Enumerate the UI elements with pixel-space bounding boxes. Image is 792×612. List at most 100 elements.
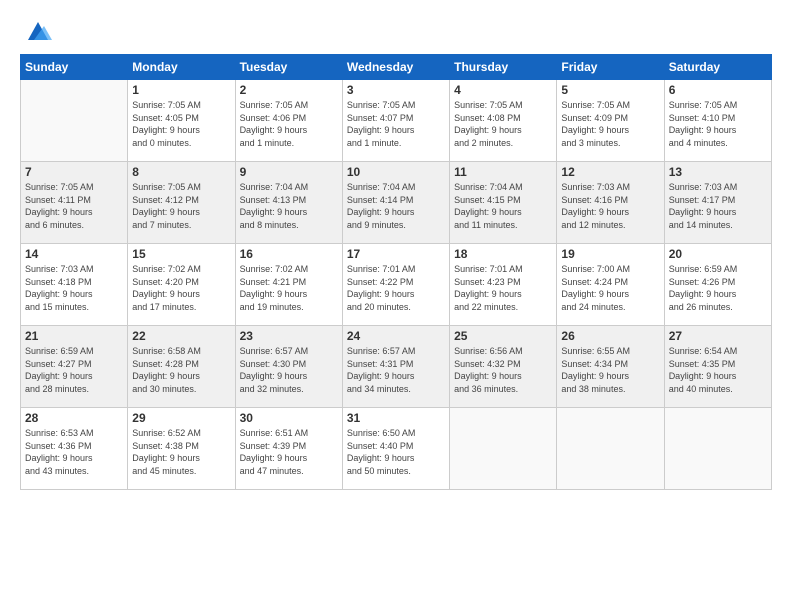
day-info: Sunrise: 6:58 AMSunset: 4:28 PMDaylight:… bbox=[132, 345, 230, 395]
calendar-cell: 10 Sunrise: 7:04 AMSunset: 4:14 PMDayligh… bbox=[342, 162, 449, 244]
day-info: Sunrise: 7:03 AMSunset: 4:17 PMDaylight:… bbox=[669, 181, 767, 231]
day-info: Sunrise: 7:05 AMSunset: 4:08 PMDaylight:… bbox=[454, 99, 552, 149]
day-info: Sunrise: 7:05 AMSunset: 4:06 PMDaylight:… bbox=[240, 99, 338, 149]
calendar-cell: 22 Sunrise: 6:58 AMSunset: 4:28 PMDayligh… bbox=[128, 326, 235, 408]
day-info: Sunrise: 7:05 AMSunset: 4:10 PMDaylight:… bbox=[669, 99, 767, 149]
calendar-header-row: SundayMondayTuesdayWednesdayThursdayFrid… bbox=[21, 55, 772, 80]
calendar-week-row: 21 Sunrise: 6:59 AMSunset: 4:27 PMDayligh… bbox=[21, 326, 772, 408]
weekday-header: Sunday bbox=[21, 55, 128, 80]
day-number: 21 bbox=[25, 329, 123, 343]
day-info: Sunrise: 7:04 AMSunset: 4:13 PMDaylight:… bbox=[240, 181, 338, 231]
weekday-header: Tuesday bbox=[235, 55, 342, 80]
day-info: Sunrise: 7:04 AMSunset: 4:14 PMDaylight:… bbox=[347, 181, 445, 231]
calendar-cell: 5 Sunrise: 7:05 AMSunset: 4:09 PMDaylight… bbox=[557, 80, 664, 162]
day-number: 9 bbox=[240, 165, 338, 179]
day-info: Sunrise: 7:00 AMSunset: 4:24 PMDaylight:… bbox=[561, 263, 659, 313]
day-number: 13 bbox=[669, 165, 767, 179]
weekday-header: Monday bbox=[128, 55, 235, 80]
logo-icon bbox=[24, 16, 52, 44]
calendar-cell: 20 Sunrise: 6:59 AMSunset: 4:26 PMDayligh… bbox=[664, 244, 771, 326]
day-info: Sunrise: 7:05 AMSunset: 4:11 PMDaylight:… bbox=[25, 181, 123, 231]
day-info: Sunrise: 6:54 AMSunset: 4:35 PMDaylight:… bbox=[669, 345, 767, 395]
day-number: 18 bbox=[454, 247, 552, 261]
calendar-cell: 15 Sunrise: 7:02 AMSunset: 4:20 PMDayligh… bbox=[128, 244, 235, 326]
calendar-cell bbox=[21, 80, 128, 162]
day-info: Sunrise: 6:56 AMSunset: 4:32 PMDaylight:… bbox=[454, 345, 552, 395]
calendar-cell: 13 Sunrise: 7:03 AMSunset: 4:17 PMDayligh… bbox=[664, 162, 771, 244]
day-info: Sunrise: 6:50 AMSunset: 4:40 PMDaylight:… bbox=[347, 427, 445, 477]
day-info: Sunrise: 7:03 AMSunset: 4:16 PMDaylight:… bbox=[561, 181, 659, 231]
calendar-cell: 21 Sunrise: 6:59 AMSunset: 4:27 PMDayligh… bbox=[21, 326, 128, 408]
day-number: 20 bbox=[669, 247, 767, 261]
day-info: Sunrise: 7:02 AMSunset: 4:20 PMDaylight:… bbox=[132, 263, 230, 313]
calendar-cell: 12Sunrise: 7:03 AMSunset: 4:16 PMDayligh… bbox=[557, 162, 664, 244]
calendar-week-row: 7 Sunrise: 7:05 AMSunset: 4:11 PMDaylight… bbox=[21, 162, 772, 244]
day-number: 27 bbox=[669, 329, 767, 343]
calendar-cell: 19Sunrise: 7:00 AMSunset: 4:24 PMDayligh… bbox=[557, 244, 664, 326]
calendar-cell: 28 Sunrise: 6:53 AMSunset: 4:36 PMDayligh… bbox=[21, 408, 128, 490]
day-info: Sunrise: 7:02 AMSunset: 4:21 PMDaylight:… bbox=[240, 263, 338, 313]
day-info: Sunrise: 7:05 AMSunset: 4:07 PMDaylight:… bbox=[347, 99, 445, 149]
calendar-week-row: 14 Sunrise: 7:03 AMSunset: 4:18 PMDayligh… bbox=[21, 244, 772, 326]
day-info: Sunrise: 7:01 AMSunset: 4:22 PMDaylight:… bbox=[347, 263, 445, 313]
calendar-cell: 23 Sunrise: 6:57 AMSunset: 4:30 PMDayligh… bbox=[235, 326, 342, 408]
calendar-week-row: 28 Sunrise: 6:53 AMSunset: 4:36 PMDayligh… bbox=[21, 408, 772, 490]
weekday-header: Thursday bbox=[450, 55, 557, 80]
calendar-cell: 7 Sunrise: 7:05 AMSunset: 4:11 PMDaylight… bbox=[21, 162, 128, 244]
calendar-week-row: 1 Sunrise: 7:05 AMSunset: 4:05 PMDaylight… bbox=[21, 80, 772, 162]
day-info: Sunrise: 7:05 AMSunset: 4:05 PMDaylight:… bbox=[132, 99, 230, 149]
day-info: Sunrise: 6:52 AMSunset: 4:38 PMDaylight:… bbox=[132, 427, 230, 477]
calendar-cell: 30Sunrise: 6:51 AMSunset: 4:39 PMDayligh… bbox=[235, 408, 342, 490]
calendar-cell: 26Sunrise: 6:55 AMSunset: 4:34 PMDayligh… bbox=[557, 326, 664, 408]
day-info: Sunrise: 6:57 AMSunset: 4:31 PMDaylight:… bbox=[347, 345, 445, 395]
calendar-cell: 1 Sunrise: 7:05 AMSunset: 4:05 PMDaylight… bbox=[128, 80, 235, 162]
calendar-cell: 17Sunrise: 7:01 AMSunset: 4:22 PMDayligh… bbox=[342, 244, 449, 326]
weekday-header: Saturday bbox=[664, 55, 771, 80]
day-info: Sunrise: 6:57 AMSunset: 4:30 PMDaylight:… bbox=[240, 345, 338, 395]
day-number: 14 bbox=[25, 247, 123, 261]
calendar-cell: 31 Sunrise: 6:50 AMSunset: 4:40 PMDayligh… bbox=[342, 408, 449, 490]
day-info: Sunrise: 6:59 AMSunset: 4:26 PMDaylight:… bbox=[669, 263, 767, 313]
day-number: 23 bbox=[240, 329, 338, 343]
logo bbox=[20, 16, 52, 44]
day-number: 3 bbox=[347, 83, 445, 97]
day-number: 6 bbox=[669, 83, 767, 97]
day-info: Sunrise: 6:53 AMSunset: 4:36 PMDaylight:… bbox=[25, 427, 123, 477]
calendar-cell bbox=[664, 408, 771, 490]
day-info: Sunrise: 7:01 AMSunset: 4:23 PMDaylight:… bbox=[454, 263, 552, 313]
day-number: 24 bbox=[347, 329, 445, 343]
day-info: Sunrise: 7:03 AMSunset: 4:18 PMDaylight:… bbox=[25, 263, 123, 313]
calendar-cell: 9 Sunrise: 7:04 AMSunset: 4:13 PMDaylight… bbox=[235, 162, 342, 244]
day-number: 31 bbox=[347, 411, 445, 425]
day-info: Sunrise: 7:05 AMSunset: 4:09 PMDaylight:… bbox=[561, 99, 659, 149]
day-number: 1 bbox=[132, 83, 230, 97]
calendar-cell bbox=[450, 408, 557, 490]
day-info: Sunrise: 6:51 AMSunset: 4:39 PMDaylight:… bbox=[240, 427, 338, 477]
calendar-cell: 3 Sunrise: 7:05 AMSunset: 4:07 PMDaylight… bbox=[342, 80, 449, 162]
day-number: 29 bbox=[132, 411, 230, 425]
calendar-cell: 16 Sunrise: 7:02 AMSunset: 4:21 PMDayligh… bbox=[235, 244, 342, 326]
day-number: 5 bbox=[561, 83, 659, 97]
day-number: 25 bbox=[454, 329, 552, 343]
weekday-header: Wednesday bbox=[342, 55, 449, 80]
calendar-cell: 29 Sunrise: 6:52 AMSunset: 4:38 PMDayligh… bbox=[128, 408, 235, 490]
day-number: 10 bbox=[347, 165, 445, 179]
day-info: Sunrise: 7:04 AMSunset: 4:15 PMDaylight:… bbox=[454, 181, 552, 231]
day-number: 26 bbox=[561, 329, 659, 343]
day-number: 7 bbox=[25, 165, 123, 179]
day-number: 22 bbox=[132, 329, 230, 343]
calendar-cell bbox=[557, 408, 664, 490]
day-info: Sunrise: 6:59 AMSunset: 4:27 PMDaylight:… bbox=[25, 345, 123, 395]
page: SundayMondayTuesdayWednesdayThursdayFrid… bbox=[0, 0, 792, 612]
calendar-cell: 6 Sunrise: 7:05 AMSunset: 4:10 PMDaylight… bbox=[664, 80, 771, 162]
calendar-cell: 8Sunrise: 7:05 AMSunset: 4:12 PMDaylight… bbox=[128, 162, 235, 244]
day-number: 4 bbox=[454, 83, 552, 97]
day-number: 2 bbox=[240, 83, 338, 97]
day-number: 16 bbox=[240, 247, 338, 261]
day-number: 28 bbox=[25, 411, 123, 425]
weekday-header: Friday bbox=[557, 55, 664, 80]
calendar-cell: 4 Sunrise: 7:05 AMSunset: 4:08 PMDaylight… bbox=[450, 80, 557, 162]
day-number: 15 bbox=[132, 247, 230, 261]
calendar-cell: 25 Sunrise: 6:56 AMSunset: 4:32 PMDayligh… bbox=[450, 326, 557, 408]
calendar-cell: 11Sunrise: 7:04 AMSunset: 4:15 PMDayligh… bbox=[450, 162, 557, 244]
